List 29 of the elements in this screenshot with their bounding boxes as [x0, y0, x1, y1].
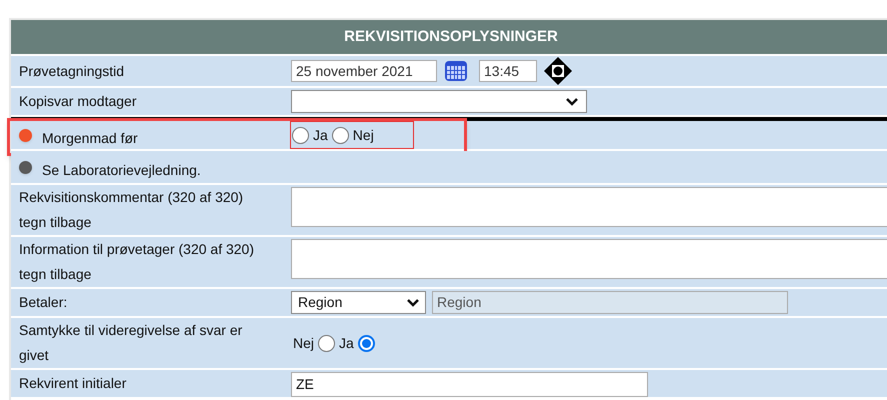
- move-icon[interactable]: [543, 56, 573, 86]
- field-label: Kopisvar modtager: [19, 92, 137, 111]
- date-field[interactable]: 25 november 2021: [291, 60, 437, 82]
- field-label: Rekvirent initialer: [19, 374, 126, 393]
- radio-label: Nej: [293, 334, 314, 353]
- field-label: Rekvisitionskommentar (320 af 320) tegn tilbage: [19, 188, 244, 232]
- field-label: Morgenmad før: [42, 128, 138, 148]
- field-label: Samtykke til videregivelse af svar er givet: [19, 321, 244, 365]
- radio-button[interactable]: [318, 334, 336, 352]
- field-label: Prøvetagningstid: [19, 62, 124, 81]
- text-area[interactable]: [291, 187, 887, 227]
- field-label: Se Laboratorievejledning.: [42, 160, 201, 180]
- field-label: Betaler:: [19, 293, 68, 312]
- text-area[interactable]: [291, 239, 887, 279]
- dropdown[interactable]: Region: [291, 291, 426, 314]
- radio-label: Nej: [352, 126, 374, 145]
- text-field[interactable]: ZE: [291, 372, 648, 397]
- time-field[interactable]: 13:45: [479, 60, 537, 82]
- readonly-field: Region: [432, 291, 788, 314]
- panel-header: REKVISITIONSOPLYSNINGER: [11, 20, 887, 54]
- radio-button[interactable]: [292, 126, 309, 144]
- calendar-icon[interactable]: [445, 61, 467, 81]
- chevron-down-icon: [407, 298, 419, 306]
- radio-label: Ja: [313, 126, 328, 144]
- radio-label: Ja: [339, 334, 354, 352]
- radio-button[interactable]: [332, 126, 349, 144]
- radio-button[interactable]: [358, 334, 375, 352]
- field-label: Information til prøvetager (320 af 320) tegn tilbage: [19, 240, 256, 284]
- chevron-down-icon: [566, 98, 578, 106]
